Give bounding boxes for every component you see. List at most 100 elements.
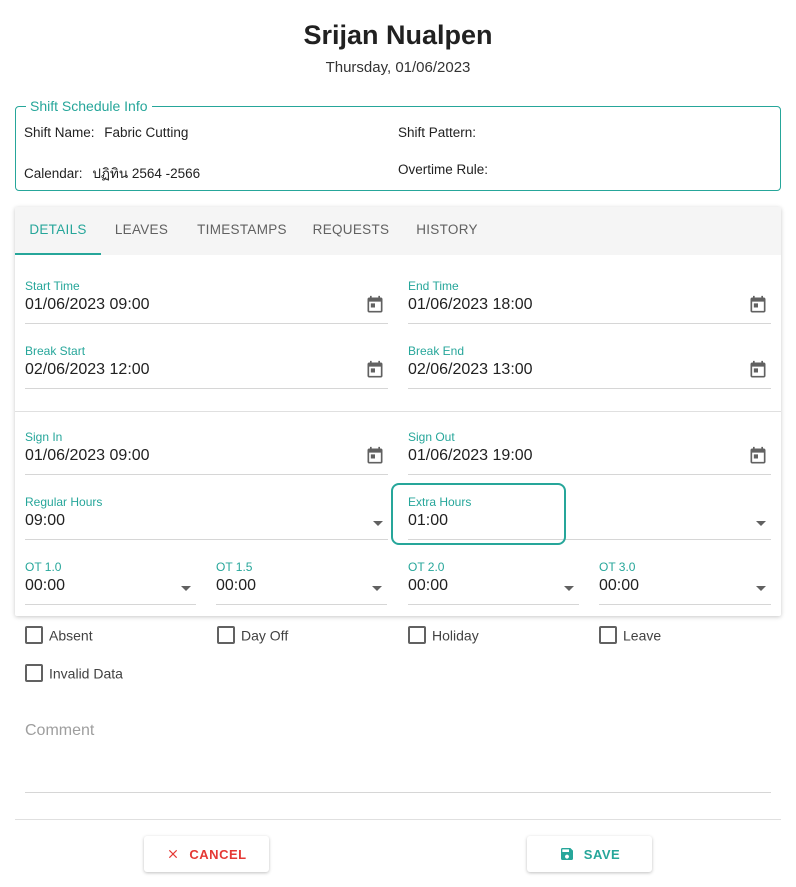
break-start-underline bbox=[25, 388, 388, 389]
ot-1-0-underline bbox=[25, 604, 196, 605]
calendar-label: Calendar: bbox=[24, 166, 83, 181]
comment-placeholder: Comment bbox=[25, 722, 95, 739]
sign-in-label: Sign In bbox=[25, 430, 63, 444]
overtime-rule-label: Overtime Rule: bbox=[398, 162, 489, 177]
shift-name-value: Fabric Cutting bbox=[104, 125, 189, 140]
ot-3-0-underline bbox=[599, 604, 771, 605]
ot-3-0-value[interactable]: 00:00 bbox=[599, 577, 639, 595]
shift-schedule-info: Shift Schedule Info Shift Name: Fabric C… bbox=[15, 98, 781, 191]
break-start-label: Break Start bbox=[25, 344, 86, 358]
overtime-rule-row: Overtime Rule: bbox=[398, 162, 494, 177]
regular-hours-value[interactable]: 09:00 bbox=[25, 512, 65, 530]
sign-in-underline bbox=[25, 474, 388, 475]
details-card: DETAILS LEAVES TIMESTAMPS REQUESTS HISTO… bbox=[15, 207, 781, 616]
break-end-label: Break End bbox=[408, 344, 465, 358]
save-button-label: SAVE bbox=[583, 846, 621, 862]
regular-hours-underline bbox=[25, 539, 388, 540]
ot-1-0-select[interactable]: OT 1.0 00:00 bbox=[25, 560, 196, 616]
calendar-icon[interactable] bbox=[748, 295, 768, 315]
start-time-underline bbox=[25, 323, 388, 324]
shift-pattern-row: Shift Pattern: bbox=[398, 125, 482, 140]
ot-1-0-value[interactable]: 00:00 bbox=[25, 577, 65, 595]
sign-out-label: Sign Out bbox=[408, 430, 455, 444]
shift-name-row: Shift Name: Fabric Cutting bbox=[24, 125, 188, 140]
end-time-value[interactable]: 01/06/2023 18:00 bbox=[408, 296, 533, 314]
calendar-icon[interactable] bbox=[365, 295, 385, 315]
checkbox-box[interactable] bbox=[25, 664, 43, 683]
caret-down-icon[interactable] bbox=[373, 521, 383, 526]
regular-hours-label: Regular Hours bbox=[25, 495, 103, 509]
leave-checkbox[interactable]: Leave bbox=[599, 626, 661, 646]
ot-1-0-label: OT 1.0 bbox=[25, 560, 62, 574]
tab-timestamps[interactable]: TIMESTAMPS bbox=[191, 207, 293, 255]
day-off-label: Day Off bbox=[241, 627, 289, 644]
ot-1-5-value[interactable]: 00:00 bbox=[216, 577, 256, 595]
start-time-value[interactable]: 01/06/2023 09:00 bbox=[25, 296, 150, 314]
shift-date: Thursday, 01/06/2023 bbox=[325, 59, 471, 76]
tab-history[interactable]: HISTORY bbox=[410, 207, 484, 255]
calendar-icon[interactable] bbox=[365, 446, 385, 466]
break-end-underline bbox=[408, 388, 771, 389]
tab-leaves[interactable]: LEAVES bbox=[109, 207, 174, 255]
holiday-label: Holiday bbox=[432, 627, 479, 644]
ot-3-0-select[interactable]: OT 3.0 00:00 bbox=[599, 560, 771, 616]
ot-2-0-underline bbox=[408, 604, 579, 605]
calendar-icon[interactable] bbox=[365, 360, 385, 380]
section-divider bbox=[15, 411, 781, 412]
tab-requests[interactable]: REQUESTS bbox=[310, 207, 392, 255]
sign-out-underline bbox=[408, 474, 771, 475]
ot-3-0-label: OT 3.0 bbox=[599, 560, 636, 574]
caret-down-icon[interactable] bbox=[756, 521, 766, 526]
break-end-value[interactable]: 02/06/2023 13:00 bbox=[408, 361, 533, 379]
end-time-field[interactable]: End Time 01/06/2023 18:00 bbox=[408, 279, 771, 335]
save-button[interactable]: SAVE bbox=[527, 836, 652, 872]
ot-2-0-select[interactable]: OT 2.0 00:00 bbox=[408, 560, 579, 616]
holiday-checkbox[interactable]: Holiday bbox=[408, 626, 479, 646]
shift-name-label: Shift Name: bbox=[24, 125, 95, 140]
checkbox-box[interactable] bbox=[217, 626, 235, 645]
invalid-data-label: Invalid Data bbox=[49, 665, 123, 682]
absent-checkbox[interactable]: Absent bbox=[25, 626, 93, 646]
sign-out-field[interactable]: Sign Out 01/06/2023 19:00 bbox=[408, 430, 771, 486]
checkbox-box[interactable] bbox=[25, 626, 43, 645]
caret-down-icon[interactable] bbox=[181, 586, 191, 591]
calendar-icon[interactable] bbox=[748, 360, 768, 380]
checkbox-box[interactable] bbox=[599, 626, 617, 645]
end-time-underline bbox=[408, 323, 771, 324]
employee-name: Srijan Nualpen bbox=[303, 20, 493, 50]
sign-in-value[interactable]: 01/06/2023 09:00 bbox=[25, 447, 150, 465]
caret-down-icon[interactable] bbox=[564, 586, 574, 591]
break-start-field[interactable]: Break Start 02/06/2023 12:00 bbox=[25, 344, 388, 400]
close-icon bbox=[169, 849, 178, 859]
calendar-value: ปฏิทิน 2564 -2566 bbox=[92, 166, 201, 181]
checkbox-box[interactable] bbox=[408, 626, 426, 645]
comment-underline bbox=[25, 792, 771, 793]
leave-label: Leave bbox=[623, 627, 662, 644]
shift-pattern-label: Shift Pattern: bbox=[398, 125, 477, 140]
calendar-row: Calendar: ปฏิทิน 2564 -2566 bbox=[24, 162, 200, 184]
caret-down-icon[interactable] bbox=[756, 586, 766, 591]
comment-field[interactable]: Comment bbox=[25, 722, 771, 794]
ot-1-5-select[interactable]: OT 1.5 00:00 bbox=[216, 560, 387, 616]
ot-2-0-value[interactable]: 00:00 bbox=[408, 577, 448, 595]
footer-divider bbox=[15, 819, 781, 820]
ot-1-5-label: OT 1.5 bbox=[216, 560, 253, 574]
calendar-icon[interactable] bbox=[748, 446, 768, 466]
sign-in-field[interactable]: Sign In 01/06/2023 09:00 bbox=[25, 430, 388, 486]
tab-bar: DETAILS LEAVES TIMESTAMPS REQUESTS HISTO… bbox=[15, 207, 781, 255]
regular-hours-select[interactable]: Regular Hours 09:00 bbox=[25, 495, 388, 551]
ot-2-0-label: OT 2.0 bbox=[408, 560, 445, 574]
tab-details[interactable]: DETAILS bbox=[15, 207, 101, 255]
absent-label: Absent bbox=[49, 627, 93, 644]
shift-schedule-info-legend: Shift Schedule Info bbox=[26, 98, 152, 114]
floppy-disk-icon bbox=[560, 848, 573, 860]
day-off-checkbox[interactable]: Day Off bbox=[217, 626, 288, 646]
start-time-field[interactable]: Start Time 01/06/2023 09:00 bbox=[25, 279, 388, 335]
caret-down-icon[interactable] bbox=[372, 586, 382, 591]
break-start-value[interactable]: 02/06/2023 12:00 bbox=[25, 361, 150, 379]
invalid-data-checkbox[interactable]: Invalid Data bbox=[25, 664, 123, 684]
break-end-field[interactable]: Break End 02/06/2023 13:00 bbox=[408, 344, 771, 400]
extra-hours-highlight bbox=[391, 483, 566, 545]
sign-out-value[interactable]: 01/06/2023 19:00 bbox=[408, 447, 533, 465]
cancel-button[interactable]: CANCEL bbox=[144, 836, 269, 872]
